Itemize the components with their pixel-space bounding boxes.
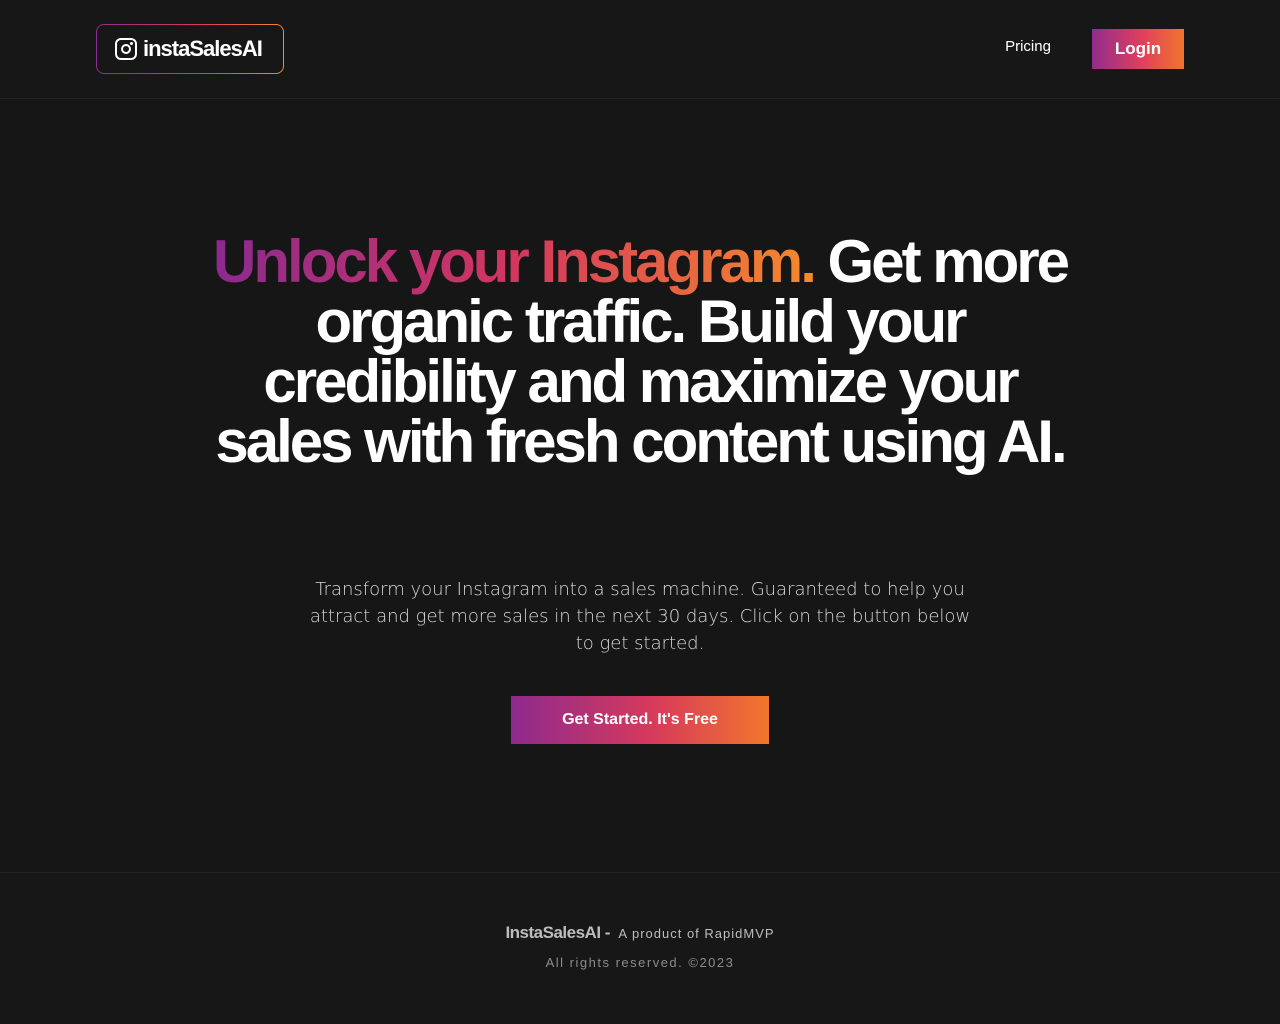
footer-brand: InstaSalesAI - (505, 923, 610, 942)
footer-product-text: A product of RapidMVP (618, 926, 775, 941)
hero-title-accent: Unlock your Instagram. (213, 228, 817, 295)
instagram-icon-lens (121, 44, 131, 54)
footer-copyright: All rights reserved. ©2023 (545, 955, 735, 970)
hero-title: Unlock your Instagram. Get more organic … (200, 232, 1080, 472)
nav-pricing-link[interactable]: Pricing (990, 38, 1066, 55)
get-started-button[interactable]: Get Started. It's Free (511, 696, 769, 744)
hero-subtitle: Transform your Instagram into a sales ma… (309, 579, 971, 654)
logo-inner: instaSalesAI (97, 25, 283, 73)
footer-credit: InstaSalesAI - A product of RapidMVP (0, 923, 1280, 943)
site-footer: InstaSalesAI - A product of RapidMVP All… (0, 872, 1280, 1024)
login-button[interactable]: Login (1092, 29, 1184, 69)
instagram-icon-dot (130, 42, 133, 45)
site-header: instaSalesAI Pricing Login (0, 0, 1280, 99)
instagram-icon (115, 38, 137, 60)
logo[interactable]: instaSalesAI (96, 24, 284, 74)
logo-text: instaSalesAI (143, 36, 263, 61)
